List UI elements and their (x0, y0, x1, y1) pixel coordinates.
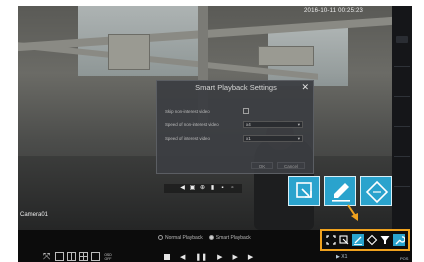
air-duct (258, 46, 314, 66)
snapshot-icon[interactable]: ▣ (189, 185, 196, 192)
normal-playback-radio[interactable]: Normal Playback (158, 235, 203, 241)
layout-toolbar: ⤧ OSD OFF (43, 252, 113, 261)
osd-toggle-button[interactable]: OSD OFF (103, 253, 113, 261)
step-icon[interactable]: ▶ (233, 253, 238, 261)
callout-arrow-icon (347, 204, 358, 221)
camera-view[interactable]: 2016-10-11 00:25:23 Camera01 Smart Playb… (18, 6, 392, 230)
fast-forward-icon[interactable]: ▶ (248, 253, 253, 261)
layout-2-icon[interactable] (67, 252, 76, 261)
rewind-icon[interactable]: ◀ (180, 253, 185, 261)
layout-4-icon[interactable] (79, 252, 88, 261)
motion-area-icon[interactable] (325, 234, 337, 246)
area-select-icon[interactable] (288, 176, 320, 206)
playback-controls: ◀ ❚❚ ▶ ▶ ▶ (164, 253, 253, 261)
smart-tools-highlight (320, 229, 410, 251)
playback-mode-selector: Normal Playback Smart Playback (158, 235, 251, 241)
chevron-down-icon: ▾ (297, 136, 300, 141)
zoom-icon[interactable]: ⊕ (199, 185, 206, 192)
cancel-button[interactable]: Cancel (277, 162, 305, 169)
speed-interest-label: Speed of interest video (165, 136, 210, 141)
dialog-title: Smart Playback Settings (195, 83, 277, 92)
volume-icon[interactable]: ◀ (179, 185, 186, 192)
speed-non-interest-value: x4 (246, 122, 251, 127)
speed-interest-value: x1 (246, 136, 251, 141)
skip-checkbox[interactable] (243, 108, 249, 114)
speed-non-interest-label: Speed of non-interest video (165, 122, 219, 127)
layout-custom-icon[interactable] (91, 252, 100, 261)
smart-playback-radio[interactable]: Smart Playback (208, 235, 251, 241)
radio-selected-icon (208, 235, 214, 240)
divider (394, 186, 410, 187)
settings-icon[interactable] (393, 234, 406, 246)
divider (394, 156, 410, 157)
smart-playback-label: Smart Playback (215, 235, 251, 241)
chevron-down-icon: ▾ (297, 122, 300, 127)
stop-icon[interactable] (164, 254, 170, 260)
draw-line-icon[interactable] (324, 176, 356, 206)
close-icon[interactable]: ▫ (229, 185, 236, 192)
area-intrusion-icon[interactable] (338, 234, 350, 246)
pos-button[interactable]: POS (400, 256, 408, 261)
radio-icon (158, 235, 163, 240)
divider (394, 66, 410, 67)
speed-value: X1 (341, 254, 348, 260)
line-crossing-icon[interactable] (352, 234, 365, 246)
fullscreen-icon[interactable]: ⤧ (43, 252, 52, 261)
divider (394, 126, 410, 127)
side-indicator (396, 36, 408, 43)
speed-indicator: ▶ X1 (336, 254, 348, 260)
osd-channel-name: Camera01 (20, 212, 49, 218)
speed-interest-select[interactable]: x1 ▾ (243, 135, 303, 142)
record-icon[interactable]: ▪ (219, 185, 226, 192)
pause-icon[interactable]: ❚❚ (195, 253, 207, 261)
filter-icon[interactable] (379, 234, 391, 246)
cross-line-icon[interactable] (360, 176, 392, 206)
right-side-panel (392, 6, 412, 230)
play-icon[interactable]: ▶ (217, 253, 222, 261)
divider (394, 96, 410, 97)
speed-non-interest-select[interactable]: x4 ▾ (243, 121, 303, 128)
smart-playback-dialog: Smart Playback Settings ✕ Skip non-inter… (156, 80, 314, 174)
normal-playback-label: Normal Playback (165, 235, 203, 241)
bookmark-icon[interactable]: ▮ (209, 185, 216, 192)
close-icon[interactable]: ✕ (301, 82, 309, 93)
osd-timestamp: 2016-10-11 00:25:23 (304, 8, 364, 14)
ok-button[interactable]: OK (251, 162, 273, 169)
video-mini-toolbar: ◀ ▣ ⊕ ▮ ▪ ▫ (164, 184, 242, 193)
air-duct (108, 34, 150, 70)
playback-window: 2016-10-11 00:25:23 Camera01 Smart Playb… (18, 6, 412, 262)
object-detect-icon[interactable] (366, 234, 378, 246)
layout-1-icon[interactable] (55, 252, 64, 261)
skip-label: Skip non-interest video (165, 109, 210, 114)
